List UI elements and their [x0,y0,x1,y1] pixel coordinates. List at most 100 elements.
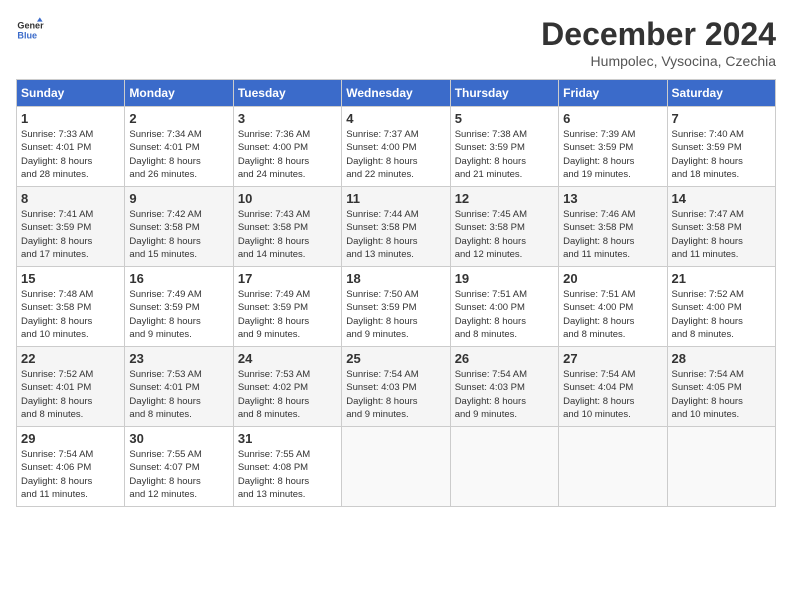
calendar-cell: 29 Sunrise: 7:54 AMSunset: 4:06 PMDayligh… [17,427,125,507]
title-block: December 2024 Humpolec, Vysocina, Czechi… [541,16,776,69]
calendar-cell: 6Sunrise: 7:39 AMSunset: 3:59 PMDaylight… [559,107,667,187]
header-cell-thursday: Thursday [450,80,558,107]
calendar-cell: 17Sunrise: 7:49 AMSunset: 3:59 PMDayligh… [233,267,341,347]
location-title: Humpolec, Vysocina, Czechia [541,53,776,69]
calendar-row-5: 29 Sunrise: 7:54 AMSunset: 4:06 PMDayligh… [17,427,776,507]
day-number: 16 [129,271,228,286]
day-info: Sunrise: 7:54 AMSunset: 4:06 PMDaylight:… [21,448,120,501]
header-row: SundayMondayTuesdayWednesdayThursdayFrid… [17,80,776,107]
logo: General Blue [16,16,49,44]
calendar-cell: 10Sunrise: 7:43 AMSunset: 3:58 PMDayligh… [233,187,341,267]
calendar-cell [342,427,450,507]
day-number: 24 [238,351,337,366]
day-number: 5 [455,111,554,126]
day-info: Sunrise: 7:36 AMSunset: 4:00 PMDaylight:… [238,128,337,181]
day-info: Sunrise: 7:54 AMSunset: 4:04 PMDaylight:… [563,368,662,421]
calendar-cell: 26Sunrise: 7:54 AMSunset: 4:03 PMDayligh… [450,347,558,427]
day-info: Sunrise: 7:51 AMSunset: 4:00 PMDaylight:… [455,288,554,341]
svg-text:Blue: Blue [17,30,37,40]
calendar-cell: 12Sunrise: 7:45 AMSunset: 3:58 PMDayligh… [450,187,558,267]
day-number: 27 [563,351,662,366]
day-number: 2 [129,111,228,126]
day-number: 7 [672,111,771,126]
svg-text:General: General [17,21,44,31]
header-cell-friday: Friday [559,80,667,107]
day-number: 12 [455,191,554,206]
day-number: 29 [21,431,120,446]
day-info: Sunrise: 7:51 AMSunset: 4:00 PMDaylight:… [563,288,662,341]
day-info: Sunrise: 7:42 AMSunset: 3:58 PMDaylight:… [129,208,228,261]
calendar-table: SundayMondayTuesdayWednesdayThursdayFrid… [16,79,776,507]
calendar-cell: 18Sunrise: 7:50 AMSunset: 3:59 PMDayligh… [342,267,450,347]
day-number: 19 [455,271,554,286]
day-number: 31 [238,431,337,446]
header-cell-monday: Monday [125,80,233,107]
day-number: 15 [21,271,120,286]
calendar-cell: 1 Sunrise: 7:33 AMSunset: 4:01 PMDaylight… [17,107,125,187]
day-number: 23 [129,351,228,366]
calendar-cell: 11 Sunrise: 7:44 AMSunset: 3:58 PMDayligh… [342,187,450,267]
calendar-cell: 14Sunrise: 7:47 AMSunset: 3:58 PMDayligh… [667,187,775,267]
day-number: 9 [129,191,228,206]
day-number: 3 [238,111,337,126]
month-title: December 2024 [541,16,776,53]
day-info: Sunrise: 7:44 AMSunset: 3:58 PMDaylight:… [346,208,445,261]
calendar-cell [667,427,775,507]
day-info: Sunrise: 7:54 AMSunset: 4:03 PMDaylight:… [455,368,554,421]
calendar-cell: 5 Sunrise: 7:38 AMSunset: 3:59 PMDaylight… [450,107,558,187]
calendar-cell: 25 Sunrise: 7:54 AMSunset: 4:03 PMDayligh… [342,347,450,427]
calendar-cell: 20 Sunrise: 7:51 AMSunset: 4:00 PMDayligh… [559,267,667,347]
day-info: Sunrise: 7:46 AMSunset: 3:58 PMDaylight:… [563,208,662,261]
day-number: 10 [238,191,337,206]
day-info: Sunrise: 7:33 AMSunset: 4:01 PMDaylight:… [21,128,120,181]
day-number: 6 [563,111,662,126]
day-number: 28 [672,351,771,366]
calendar-header: SundayMondayTuesdayWednesdayThursdayFrid… [17,80,776,107]
day-number: 11 [346,191,445,206]
calendar-row-1: 1 Sunrise: 7:33 AMSunset: 4:01 PMDaylight… [17,107,776,187]
day-number: 1 [21,111,120,126]
day-number: 8 [21,191,120,206]
calendar-cell: 8 Sunrise: 7:41 AMSunset: 3:59 PMDaylight… [17,187,125,267]
calendar-cell: 19 Sunrise: 7:51 AMSunset: 4:00 PMDayligh… [450,267,558,347]
calendar-cell: 27 Sunrise: 7:54 AMSunset: 4:04 PMDayligh… [559,347,667,427]
calendar-cell: 16Sunrise: 7:49 AMSunset: 3:59 PMDayligh… [125,267,233,347]
day-info: Sunrise: 7:53 AMSunset: 4:01 PMDaylight:… [129,368,228,421]
day-number: 4 [346,111,445,126]
day-number: 17 [238,271,337,286]
calendar-cell: 13 Sunrise: 7:46 AMSunset: 3:58 PMDayligh… [559,187,667,267]
day-number: 21 [672,271,771,286]
day-info: Sunrise: 7:55 AMSunset: 4:07 PMDaylight:… [129,448,228,501]
day-info: Sunrise: 7:54 AMSunset: 4:03 PMDaylight:… [346,368,445,421]
calendar-cell: 22Sunrise: 7:52 AMSunset: 4:01 PMDayligh… [17,347,125,427]
header-cell-tuesday: Tuesday [233,80,341,107]
calendar-cell: 4Sunrise: 7:37 AMSunset: 4:00 PMDaylight… [342,107,450,187]
calendar-row-4: 22Sunrise: 7:52 AMSunset: 4:01 PMDayligh… [17,347,776,427]
day-number: 25 [346,351,445,366]
header-cell-wednesday: Wednesday [342,80,450,107]
day-info: Sunrise: 7:38 AMSunset: 3:59 PMDaylight:… [455,128,554,181]
calendar-cell [559,427,667,507]
calendar-cell: 30Sunrise: 7:55 AMSunset: 4:07 PMDayligh… [125,427,233,507]
page-header: General Blue December 2024 Humpolec, Vys… [16,16,776,69]
calendar-cell: 31Sunrise: 7:55 AMSunset: 4:08 PMDayligh… [233,427,341,507]
calendar-body: 1 Sunrise: 7:33 AMSunset: 4:01 PMDaylight… [17,107,776,507]
calendar-cell: 2 Sunrise: 7:34 AMSunset: 4:01 PMDaylight… [125,107,233,187]
calendar-cell: 21Sunrise: 7:52 AMSunset: 4:00 PMDayligh… [667,267,775,347]
day-info: Sunrise: 7:54 AMSunset: 4:05 PMDaylight:… [672,368,771,421]
header-cell-sunday: Sunday [17,80,125,107]
calendar-cell: 23 Sunrise: 7:53 AMSunset: 4:01 PMDayligh… [125,347,233,427]
calendar-cell: 24Sunrise: 7:53 AMSunset: 4:02 PMDayligh… [233,347,341,427]
calendar-cell [450,427,558,507]
day-number: 13 [563,191,662,206]
day-number: 20 [563,271,662,286]
day-number: 18 [346,271,445,286]
day-info: Sunrise: 7:41 AMSunset: 3:59 PMDaylight:… [21,208,120,261]
calendar-cell: 15Sunrise: 7:48 AMSunset: 3:58 PMDayligh… [17,267,125,347]
day-info: Sunrise: 7:47 AMSunset: 3:58 PMDaylight:… [672,208,771,261]
header-cell-saturday: Saturday [667,80,775,107]
day-info: Sunrise: 7:34 AMSunset: 4:01 PMDaylight:… [129,128,228,181]
calendar-cell: 7 Sunrise: 7:40 AMSunset: 3:59 PMDaylight… [667,107,775,187]
logo-icon: General Blue [16,16,44,44]
day-info: Sunrise: 7:40 AMSunset: 3:59 PMDaylight:… [672,128,771,181]
